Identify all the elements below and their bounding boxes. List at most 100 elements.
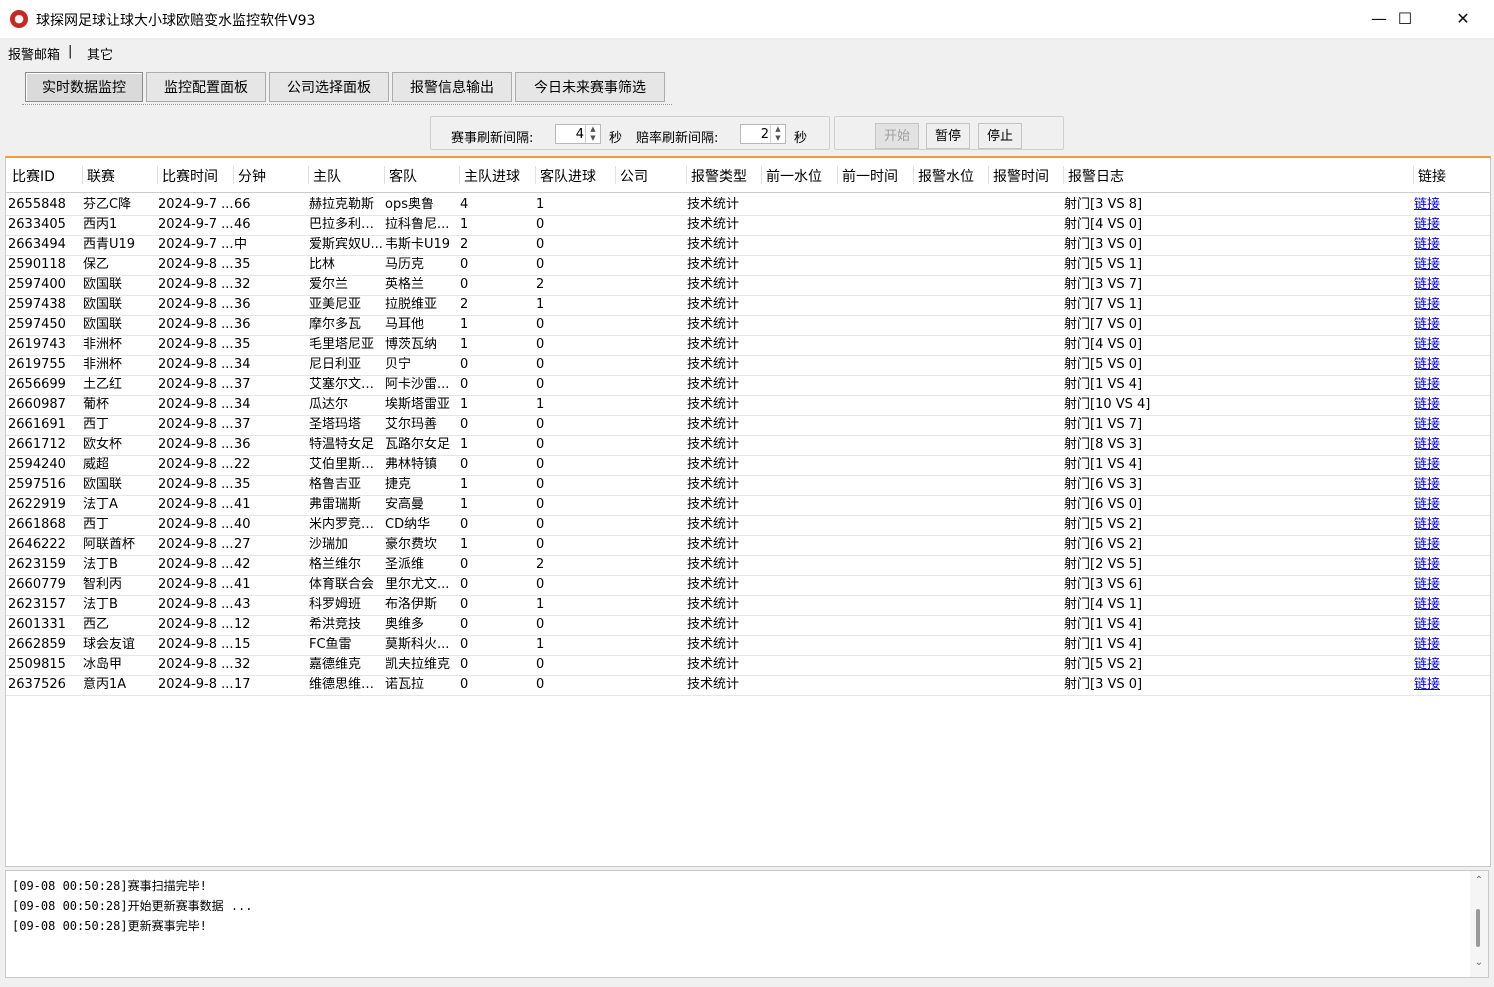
tab-monitor-config[interactable]: 监控配置面板 — [146, 72, 266, 102]
col-match-time-header[interactable]: 比赛时间 — [162, 166, 218, 186]
col-company-header[interactable]: 公司 — [620, 166, 648, 186]
column-separator[interactable] — [459, 166, 460, 184]
log-output[interactable]: [09-08 00:50:28]赛事扫描完毕! [09-08 00:50:28]… — [5, 870, 1489, 978]
table-row[interactable]: 2509815 冰岛甲 2024-9-8 ... 32 嘉德维克 凯夫拉维克 0 0 技术统计 射… — [6, 655, 1490, 676]
table-row[interactable]: 2655848 芬乙C降 2024-9-7 ... 66 赫拉克勒斯 ops奥鲁 4 1 技术统… — [6, 195, 1490, 216]
match-link[interactable]: 链接 — [1414, 357, 1440, 373]
match-link[interactable]: 链接 — [1414, 617, 1440, 633]
menu-alarm-email[interactable]: 报警邮箱 — [8, 44, 60, 63]
table-row[interactable]: 2597438 欧国联 2024-9-8 ... 36 亚美尼亚 拉脱维亚 2 1 技术统计 射门… — [6, 295, 1490, 316]
table-row[interactable]: 2601331 西乙 2024-9-8 ... 12 希洪竞技 奥维多 0 0 技术统计 射门[1… — [6, 615, 1490, 636]
scroll-down-icon[interactable]: ⌄ — [1470, 957, 1488, 968]
col-link-header[interactable]: 链接 — [1418, 166, 1446, 186]
column-separator[interactable] — [913, 166, 914, 184]
match-link[interactable]: 链接 — [1414, 497, 1440, 513]
col-minute-header[interactable]: 分钟 — [238, 166, 266, 186]
column-separator[interactable] — [82, 166, 83, 184]
col-match-id-header[interactable]: 比赛ID — [12, 166, 55, 186]
match-link[interactable]: 链接 — [1414, 257, 1440, 273]
match-table[interactable]: 比赛ID 联赛 比赛时间 分钟 主队 客队 主队进球 客队进球 公司 报警类型 前一水位 前一时间 报警… — [5, 156, 1491, 867]
table-row[interactable]: 2619755 非洲杯 2024-9-8 ... 34 尼日利亚 贝宁 0 0 技术统计 射门[5… — [6, 355, 1490, 376]
stepper-arrows-icon[interactable]: ▲ ▼ — [770, 125, 785, 143]
col-alarm-log-header[interactable]: 报警日志 — [1068, 166, 1124, 186]
match-link[interactable]: 链接 — [1414, 677, 1440, 693]
col-home-team-header[interactable]: 主队 — [313, 166, 341, 186]
match-link[interactable]: 链接 — [1414, 277, 1440, 293]
match-refresh-stepper[interactable]: 4 ▲ ▼ — [555, 124, 601, 144]
table-row[interactable]: 2622919 法丁A 2024-9-8 ... 41 弗雷瑞斯 安高曼 1 0 技术统计 射门[… — [6, 495, 1490, 516]
table-row[interactable]: 2597400 欧国联 2024-9-8 ... 32 爱尔兰 英格兰 0 2 技术统计 射门[3… — [6, 275, 1490, 296]
table-row[interactable]: 2594240 威超 2024-9-8 ... 22 艾伯里斯特... 弗林特镇 0 0 技术统… — [6, 455, 1490, 476]
table-row[interactable]: 2590118 保乙 2024-9-8 ... 35 比林 马历克 0 0 技术统计 射门[5 V… — [6, 255, 1490, 276]
col-away-goals-header[interactable]: 客队进球 — [540, 166, 596, 186]
column-separator[interactable] — [308, 166, 309, 184]
match-link[interactable]: 链接 — [1414, 577, 1440, 593]
log-scrollbar[interactable]: ⌃ ⌄ — [1470, 871, 1488, 977]
tab-alarm-output[interactable]: 报警信息输出 — [392, 72, 512, 102]
column-separator[interactable] — [384, 166, 385, 184]
col-prev-time-header[interactable]: 前一时间 — [842, 166, 898, 186]
match-refresh-value[interactable]: 4 — [576, 127, 584, 142]
match-link[interactable]: 链接 — [1414, 477, 1440, 493]
table-row[interactable]: 2663494 西青U19 2024-9-7 ... 中 爱斯宾奴U... 韦斯卡U19 2… — [6, 235, 1490, 256]
match-link[interactable]: 链接 — [1414, 417, 1440, 433]
match-link[interactable]: 链接 — [1414, 197, 1440, 213]
start-button[interactable]: 开始 — [875, 123, 919, 149]
match-link[interactable]: 链接 — [1414, 297, 1440, 313]
tab-company-select[interactable]: 公司选择面板 — [269, 72, 389, 102]
match-link[interactable]: 链接 — [1414, 657, 1440, 673]
match-link[interactable]: 链接 — [1414, 317, 1440, 333]
close-button[interactable]: ✕ — [1440, 4, 1486, 34]
stop-button[interactable]: 停止 — [978, 123, 1022, 149]
maximize-button[interactable]: ☐ — [1382, 4, 1428, 34]
pause-button[interactable]: 暂停 — [926, 123, 970, 149]
odds-refresh-value[interactable]: 2 — [761, 127, 769, 142]
col-alarm-type-header[interactable]: 报警类型 — [691, 166, 747, 186]
menu-other[interactable]: 其它 — [87, 44, 113, 63]
match-link[interactable]: 链接 — [1414, 597, 1440, 613]
column-separator[interactable] — [988, 166, 989, 184]
col-league-header[interactable]: 联赛 — [87, 166, 115, 186]
table-row[interactable]: 2597516 欧国联 2024-9-8 ... 35 格鲁吉亚 捷克 1 0 技术统计 射门[6… — [6, 475, 1490, 496]
column-separator[interactable] — [761, 166, 762, 184]
table-row[interactable]: 2633405 西丙1 2024-9-7 ... 46 巴拉多利德... 拉科鲁尼... 1… — [6, 215, 1490, 236]
column-separator[interactable] — [686, 166, 687, 184]
table-row[interactable]: 2661868 西丁 2024-9-8 ... 40 米内罗竞技... CD纳华 0 0 技术统… — [6, 515, 1490, 536]
column-separator[interactable] — [233, 166, 234, 184]
match-link[interactable]: 链接 — [1414, 437, 1440, 453]
scroll-thumb[interactable] — [1476, 909, 1480, 947]
col-home-goals-header[interactable]: 主队进球 — [464, 166, 520, 186]
table-row[interactable]: 2646222 阿联酋杯 2024-9-8 ... 27 沙瑞加 豪尔费坎 1 0 技术统计 射门… — [6, 535, 1490, 556]
match-link[interactable]: 链接 — [1414, 537, 1440, 553]
tab-future-match-filter[interactable]: 今日未来赛事筛选 — [515, 72, 665, 102]
match-link[interactable]: 链接 — [1414, 397, 1440, 413]
table-row[interactable]: 2660987 葡杯 2024-9-8 ... 34 瓜达尔 埃斯塔雷亚 1 1 技术统计 射门[… — [6, 395, 1490, 416]
table-row[interactable]: 2623159 法丁B 2024-9-8 ... 42 格兰维尔 圣派维 0 2 技术统计 射门[… — [6, 555, 1490, 576]
column-separator[interactable] — [1413, 166, 1414, 184]
table-row[interactable]: 2619743 非洲杯 2024-9-8 ... 35 毛里塔尼亚 博茨瓦纳 1 0 技术统计 射… — [6, 335, 1490, 356]
match-link[interactable]: 链接 — [1414, 377, 1440, 393]
match-link[interactable]: 链接 — [1414, 517, 1440, 533]
column-separator[interactable] — [1063, 166, 1064, 184]
match-link[interactable]: 链接 — [1414, 217, 1440, 233]
scroll-up-icon[interactable]: ⌃ — [1470, 875, 1488, 886]
column-separator[interactable] — [535, 166, 536, 184]
column-separator[interactable] — [157, 166, 158, 184]
match-link[interactable]: 链接 — [1414, 557, 1440, 573]
table-row[interactable]: 2661712 欧女杯 2024-9-8 ... 36 特温特女足 瓦路尔女足 1 0 技术统计… — [6, 435, 1490, 456]
table-row[interactable]: 2662859 球会友谊 2024-9-8 ... 15 FC鱼雷 莫斯科火... 0 1 技术… — [6, 635, 1490, 656]
col-away-team-header[interactable]: 客队 — [389, 166, 417, 186]
col-prev-odds-header[interactable]: 前一水位 — [766, 166, 822, 186]
table-row[interactable]: 2661691 西丁 2024-9-8 ... 37 圣塔玛塔 艾尔玛善 0 0 技术统计 射门[… — [6, 415, 1490, 436]
tab-realtime-monitor[interactable]: 实时数据监控 — [25, 72, 143, 102]
table-row[interactable]: 2656699 土乙红 2024-9-8 ... 37 艾塞尔文得... 阿卡沙雷... 0… — [6, 375, 1490, 396]
table-row[interactable]: 2597450 欧国联 2024-9-8 ... 36 摩尔多瓦 马耳他 1 0 技术统计 射门[… — [6, 315, 1490, 336]
stepper-arrows-icon[interactable]: ▲ ▼ — [585, 125, 600, 143]
column-separator[interactable] — [837, 166, 838, 184]
column-separator[interactable] — [615, 166, 616, 184]
match-link[interactable]: 链接 — [1414, 637, 1440, 653]
match-link[interactable]: 链接 — [1414, 457, 1440, 473]
col-alarm-odds-header[interactable]: 报警水位 — [918, 166, 974, 186]
table-row[interactable]: 2623157 法丁B 2024-9-8 ... 43 科罗姆班 布洛伊斯 0 1 技术统计 射门… — [6, 595, 1490, 616]
table-row[interactable]: 2637526 意丙1A 2024-9-8 ... 17 维德思维罗... 诺瓦拉 0 0 技术… — [6, 675, 1490, 696]
